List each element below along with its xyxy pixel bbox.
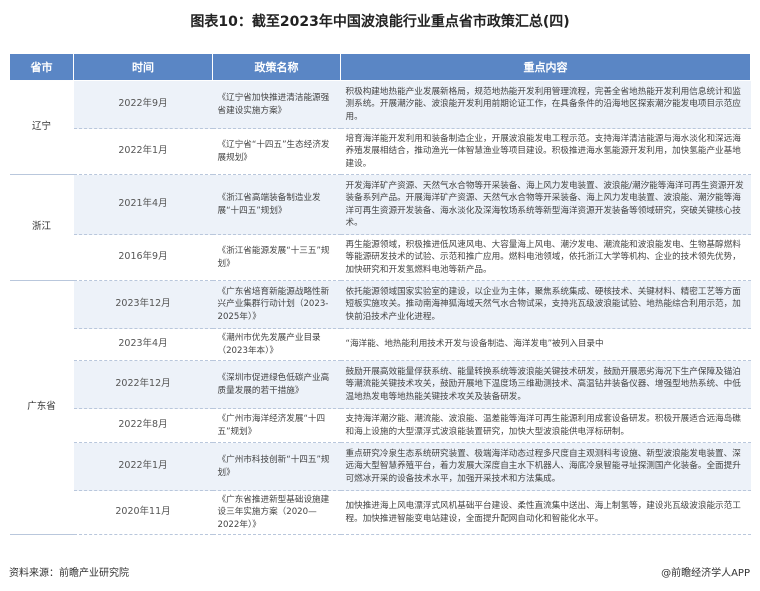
province-cell: 辽宁 <box>9 80 74 175</box>
content-cell: 积极构建地热能产业发展新格局，规范地热能开发利用管理流程，完善全省地热能开发利用… <box>340 80 751 129</box>
time-cell: 2023年4月 <box>73 328 213 361</box>
table-row: 2022年8月 《广州市海洋经济发展“十四五”规划》 支持海洋潮汐能、潮流能、波… <box>10 408 751 443</box>
policy-cell: 《辽宁省“十四五”生态经济发展规划》 <box>212 128 341 175</box>
province-cell: 浙江 <box>9 174 74 281</box>
policy-cell: 《广东省培育新能源战略性新兴产业集群行动计划（2023-2025年）》 <box>212 280 341 329</box>
policy-cell: 《浙江省能源发展“十三五”规划》 <box>212 234 341 281</box>
content-cell: 培育海洋能开发利用和装备制造企业，开展波浪能发电工程示范。支持海洋清洁能源与海水… <box>340 128 751 175</box>
policy-cell: 《浙江省高端装备制造业发展“十四五”规划》 <box>212 174 341 235</box>
policy-cell: 《辽宁省加快推进清洁能源强省建设实施方案》 <box>212 80 341 129</box>
time-cell: 2016年9月 <box>73 234 213 281</box>
header-time: 时间 <box>73 53 213 81</box>
policy-cell: 《广东省推进新型基础设施建设三年实施方案（2020—2022年）》 <box>212 490 341 535</box>
footer: 资料来源：前瞻产业研究院 @前瞻经济学人APP <box>0 561 760 583</box>
time-cell: 2022年1月 <box>73 128 213 175</box>
content-cell: 加快推进海上风电漂浮式风机基础平台建设、柔性直流集中送出、海上制氢等，建设兆瓦级… <box>340 490 751 535</box>
time-cell: 2022年9月 <box>73 80 213 129</box>
policy-cell: 《深圳市促进绿色低碳产业高质量发展的若干措施》 <box>212 360 341 409</box>
policy-cell: 《潮州市优先发展产业目录（2023年本）》 <box>212 328 341 361</box>
time-cell: 2022年1月 <box>73 442 213 491</box>
content-cell: 支持海洋潮汐能、潮流能、波浪能、温差能等海洋可再生能源利用成套设备研发。积极开展… <box>340 408 751 443</box>
policy-table-container: 省市 时间 政策名称 重点内容 辽宁 2022年9月 《辽宁省加快推进清洁能源强… <box>9 53 751 535</box>
source-note: 资料来源：前瞻产业研究院 <box>9 568 129 579</box>
table-header-row: 省市 时间 政策名称 重点内容 <box>9 53 751 81</box>
content-cell: 依托能源领域国家实验室的建设，以企业为主体，聚焦系统集成、硬核技术、关键材料、精… <box>340 280 751 329</box>
time-cell: 2022年8月 <box>73 408 213 443</box>
table-row: 浙江 2021年4月 《浙江省高端装备制造业发展“十四五”规划》 开发海洋矿产资… <box>9 174 751 281</box>
content-cell: 开发海洋矿产资源、天然气水合物等开采装备、海上风力发电装置、波浪能/潮汐能等海洋… <box>340 174 751 235</box>
table-row: 2020年11月 《广东省推进新型基础设施建设三年实施方案（2020—2022年… <box>10 490 751 535</box>
table-row: 2022年12月 《深圳市促进绿色低碳产业高质量发展的若干措施》 鼓励开展高效能… <box>10 360 751 409</box>
time-cell: 2020年11月 <box>73 490 213 535</box>
table-row: 2022年1月 《广州市科技创新“十四五”规划》 重点研究冷泉生态系统研究装置、… <box>10 442 751 491</box>
table-row: 2016年9月 《浙江省能源发展“十三五”规划》 再生能源领域，积极推进低风速风… <box>10 234 751 281</box>
header-province: 省市 <box>9 53 74 81</box>
policy-cell: 《广州市科技创新“十四五”规划》 <box>212 442 341 491</box>
time-cell: 2022年12月 <box>73 360 213 409</box>
page-title: 图表10：截至2023年中国波浪能行业重点省市政策汇总(四) <box>190 14 570 30</box>
policy-table: 省市 时间 政策名称 重点内容 辽宁 2022年9月 《辽宁省加快推进清洁能源强… <box>9 53 751 535</box>
brand-credit: @前瞻经济学人APP <box>661 568 750 579</box>
table-row: 辽宁 2022年9月 《辽宁省加快推进清洁能源强省建设实施方案》 积极构建地热能… <box>9 80 751 175</box>
province-cell: 广东省 <box>9 280 74 535</box>
content-cell: 重点研究冷泉生态系统研究装置、极端海洋动态过程多尺度自主观测科考设施、新型波浪能… <box>340 442 751 491</box>
policy-cell: 《广州市海洋经济发展“十四五”规划》 <box>212 408 341 443</box>
header-policy-name: 政策名称 <box>212 53 341 81</box>
content-cell: 再生能源领域，积极推进低风速风电、大容量海上风电、潮汐发电、潮流能和波浪能发电、… <box>340 234 751 281</box>
time-cell: 2023年12月 <box>73 280 213 329</box>
content-cell: “海洋能、地热能利用技术开发与设备制造、海洋发电”被列入目录中 <box>340 328 751 361</box>
header-key-content: 重点内容 <box>340 53 751 81</box>
time-cell: 2021年4月 <box>73 174 213 235</box>
table-row: 广东省 2023年12月 《广东省培育新能源战略性新兴产业集群行动计划（2023… <box>9 280 751 535</box>
table-row: 2023年4月 《潮州市优先发展产业目录（2023年本）》 “海洋能、地热能利用… <box>10 328 751 361</box>
content-cell: 鼓励开展高效能量俘获系统、能量转换系统等波浪能关键技术研发，鼓励开展恶劣海况下生… <box>340 360 751 409</box>
table-row: 2022年1月 《辽宁省“十四五”生态经济发展规划》 培育海洋能开发利用和装备制… <box>10 128 751 175</box>
